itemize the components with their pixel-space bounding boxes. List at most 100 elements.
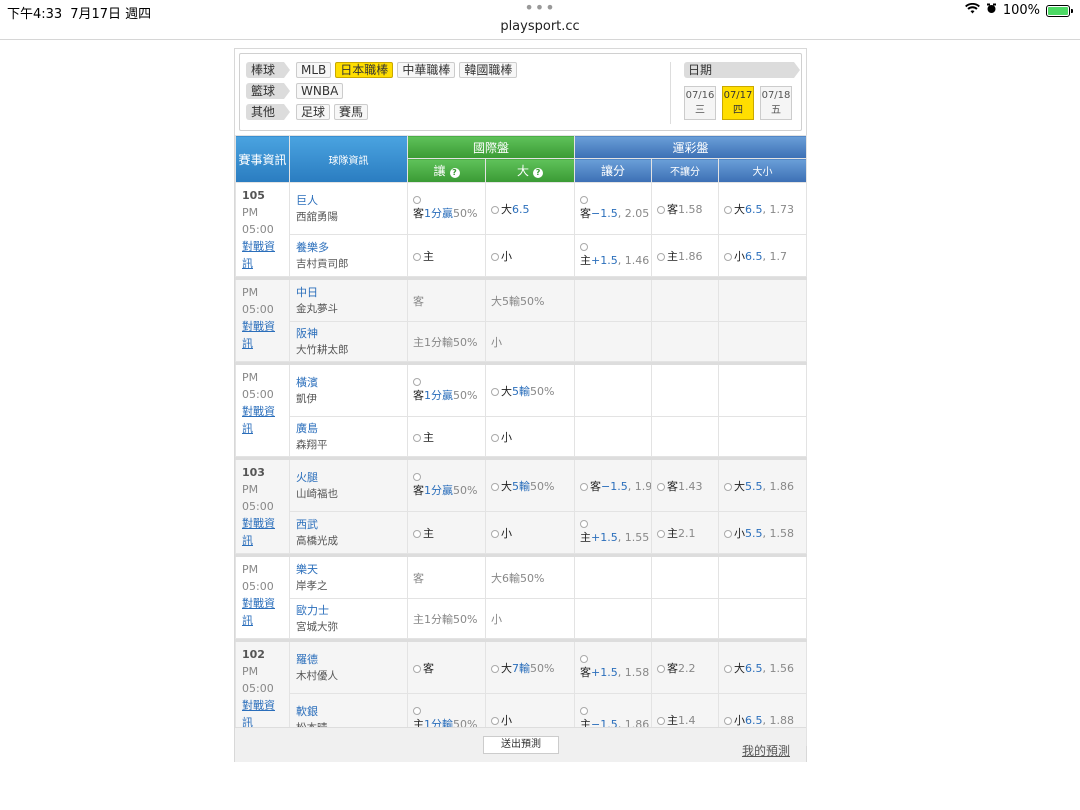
radio-button[interactable] [491, 205, 499, 214]
odds-cell[interactable]: 客1分贏50% [407, 459, 486, 512]
radio-button[interactable] [657, 252, 666, 261]
filter-category[interactable]: 其他 [246, 104, 291, 120]
odds-cell[interactable]: 大5輸50% [484, 459, 576, 512]
radio-button[interactable] [413, 473, 421, 481]
radio-button[interactable] [580, 520, 589, 528]
radio-button[interactable] [413, 529, 421, 538]
team-name[interactable]: 橫濱 [296, 375, 401, 391]
odds-cell[interactable]: 主+1.5, 1.46 [574, 234, 653, 277]
odds-cell[interactable]: 大6.5, 1.56 [718, 641, 808, 694]
matchup-link[interactable]: 對戰資訊 [242, 595, 283, 629]
address-url[interactable]: playsport.cc [0, 19, 1080, 34]
team-name[interactable]: 中日 [296, 285, 401, 301]
radio-button[interactable] [413, 664, 421, 673]
radio-button[interactable] [580, 655, 589, 663]
radio-button[interactable] [491, 433, 499, 442]
odds-cell[interactable]: 小6.5, 1.7 [718, 234, 808, 277]
odds-cell[interactable]: 小 [484, 416, 576, 457]
radio-button[interactable] [724, 205, 733, 214]
date-button[interactable]: 07/18 五 [760, 86, 792, 120]
radio-button[interactable] [413, 707, 421, 715]
tab-dots-icon[interactable]: ••• [0, 0, 1080, 16]
team-name[interactable]: 廣島 [296, 421, 401, 437]
date-button[interactable]: 07/16 三 [684, 86, 716, 120]
team-name[interactable]: 養樂多 [296, 240, 401, 256]
radio-button[interactable] [491, 387, 499, 396]
help-icon[interactable]: ? [449, 168, 460, 178]
league-tag[interactable]: 日本職棒 [335, 62, 394, 78]
radio-button[interactable] [491, 252, 499, 261]
odds-cell[interactable]: 客+1.5, 1.58 [574, 641, 653, 694]
team-name[interactable]: 軟銀 [296, 704, 401, 720]
odds-cell[interactable]: 小 [484, 511, 576, 554]
team-name[interactable]: 樂天 [296, 562, 401, 578]
odds-cell[interactable]: 主 [407, 416, 486, 457]
radio-button[interactable] [491, 664, 499, 673]
radio-button[interactable] [491, 716, 499, 725]
odds-cell[interactable]: 小5.5, 1.58 [718, 511, 808, 554]
league-tag[interactable]: MLB [296, 62, 332, 78]
matchup-link[interactable]: 對戰資訊 [242, 515, 283, 549]
radio-button[interactable] [724, 482, 733, 491]
league-tag[interactable]: 韓國職棒 [459, 62, 518, 78]
league-tag[interactable]: 足球 [296, 104, 331, 120]
radio-button[interactable] [724, 716, 733, 725]
odds-cell[interactable]: 主 [407, 234, 486, 277]
radio-button[interactable] [413, 252, 421, 261]
league-tag[interactable]: 賽馬 [334, 104, 369, 120]
odds-cell[interactable]: 客 [407, 641, 486, 694]
radio-button[interactable] [657, 529, 666, 538]
odds-cell[interactable]: 大6.5, 1.73 [718, 182, 808, 235]
odds-cell[interactable]: 小 [484, 234, 576, 277]
radio-button[interactable] [491, 482, 499, 491]
odds-cell[interactable]: 客1.43 [651, 459, 720, 512]
odds-cell[interactable]: 客2.2 [651, 641, 720, 694]
radio-button[interactable] [657, 482, 666, 491]
matchup-link[interactable]: 對戰資訊 [242, 697, 283, 731]
odds-cell[interactable]: 客1分贏50% [407, 364, 486, 417]
team-name[interactable]: 歐力士 [296, 603, 401, 619]
team-name[interactable]: 巨人 [296, 193, 401, 209]
team-name[interactable]: 西武 [296, 517, 401, 533]
odds-cell[interactable]: 客1分贏50% [407, 182, 486, 235]
radio-button[interactable] [491, 529, 499, 538]
radio-button[interactable] [413, 433, 421, 442]
radio-button[interactable] [413, 378, 421, 386]
odds-cell[interactable]: 大6.5 [484, 182, 576, 235]
odds-cell[interactable]: 大7輸50% [484, 641, 576, 694]
my-predictions-link[interactable]: 我的預測 [742, 742, 790, 759]
help-icon[interactable]: ? [533, 168, 544, 178]
radio-button[interactable] [657, 205, 666, 214]
odds-cell[interactable]: 主+1.5, 1.55 [574, 511, 653, 554]
odds-cell[interactable]: 大5輸50% [484, 364, 576, 417]
odds-cell[interactable]: 客−1.5, 1.9 [574, 459, 653, 512]
odds-cell[interactable]: 主2.1 [651, 511, 720, 554]
league-tag[interactable]: WNBA [296, 83, 344, 99]
odds-cell[interactable]: 大5.5, 1.86 [718, 459, 808, 512]
odds-cell[interactable]: 客−1.5, 2.05 [574, 182, 653, 235]
submit-prediction-button[interactable]: 送出預測 [483, 736, 559, 754]
league-tag[interactable]: 中華職棒 [397, 62, 456, 78]
matchup-link[interactable]: 對戰資訊 [242, 238, 283, 272]
filter-category[interactable]: 籃球 [246, 83, 291, 99]
odds-cell[interactable]: 主1.86 [651, 234, 720, 277]
radio-button[interactable] [724, 252, 733, 261]
team-name[interactable]: 阪神 [296, 326, 401, 342]
radio-button[interactable] [580, 707, 589, 715]
radio-button[interactable] [413, 196, 421, 204]
radio-button[interactable] [657, 664, 666, 673]
radio-button[interactable] [580, 243, 589, 251]
matchup-link[interactable]: 對戰資訊 [242, 403, 283, 437]
team-name[interactable]: 火腿 [296, 470, 401, 486]
odds-cell[interactable]: 客1.58 [651, 182, 720, 235]
team-name[interactable]: 羅德 [296, 652, 401, 668]
radio-button[interactable] [724, 664, 733, 673]
radio-button[interactable] [657, 716, 666, 725]
matchup-link[interactable]: 對戰資訊 [242, 318, 283, 352]
odds-cell[interactable]: 主 [407, 511, 486, 554]
radio-button[interactable] [724, 529, 733, 538]
date-button[interactable]: 07/17 四 [722, 86, 754, 120]
radio-button[interactable] [580, 482, 589, 491]
radio-button[interactable] [580, 196, 589, 204]
filter-category[interactable]: 棒球 [246, 62, 291, 78]
